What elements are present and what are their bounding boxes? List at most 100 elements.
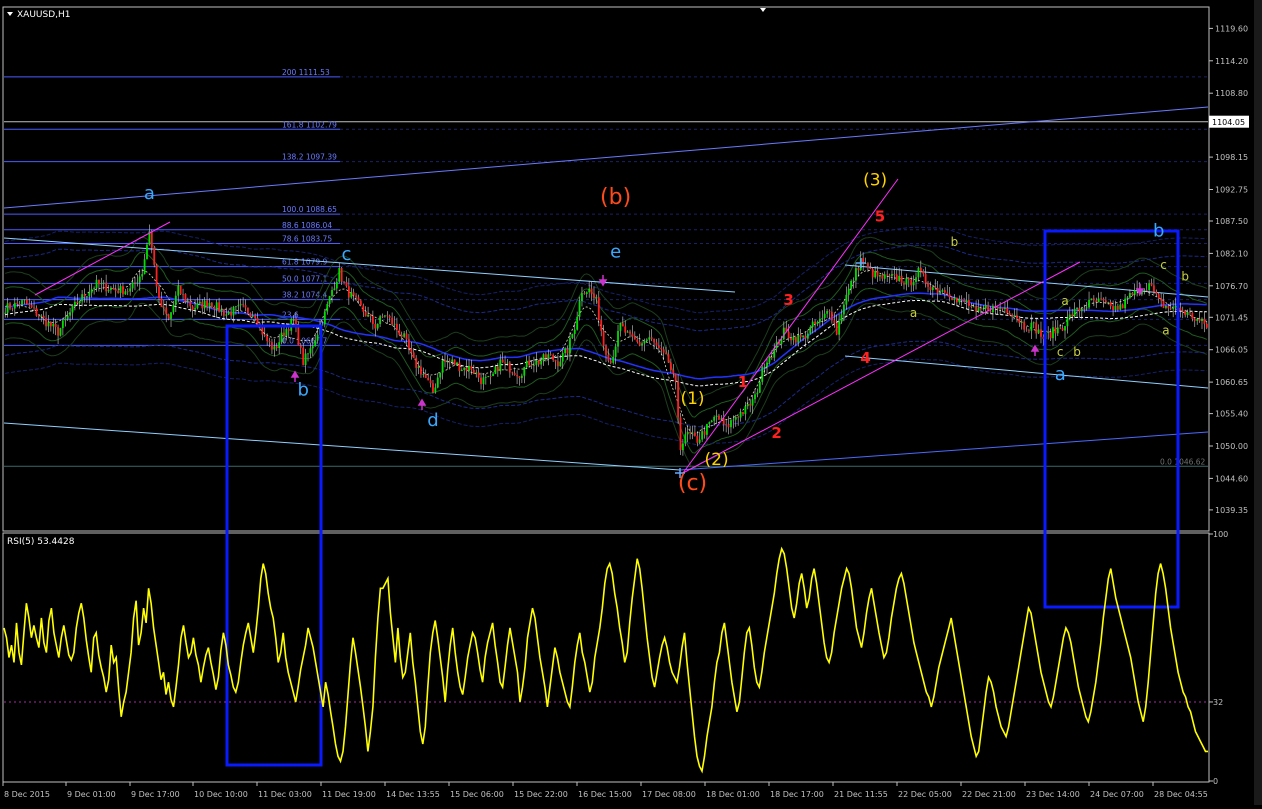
candle-body <box>90 289 93 293</box>
wave-label: 4 <box>860 349 870 367</box>
candle-body <box>465 367 468 371</box>
candle-body <box>45 318 47 327</box>
candle-body <box>420 366 422 375</box>
candle-body <box>1179 307 1182 311</box>
candle-body <box>371 316 374 324</box>
candle-body <box>682 443 684 451</box>
candle-body <box>715 415 718 417</box>
candle-body <box>677 381 679 418</box>
fib-level-label: 50.0 1077.1 <box>282 274 328 283</box>
candle-body <box>472 370 475 374</box>
candle-body <box>823 313 826 319</box>
fib-level-label: 38.2 1074.4 <box>282 291 328 300</box>
candle-body <box>487 376 490 377</box>
candle-body <box>895 274 898 281</box>
candle-body <box>126 291 129 293</box>
candle-body <box>607 354 610 361</box>
wave-label: 1 <box>738 373 748 391</box>
candle-body <box>602 330 605 346</box>
candle-body <box>643 341 646 344</box>
candle-body <box>578 301 581 317</box>
candle-body <box>134 282 136 284</box>
candle-body <box>749 403 752 406</box>
candle-body <box>1047 332 1050 333</box>
candle-body <box>939 291 941 294</box>
candle-body <box>559 361 562 367</box>
candle-body <box>1013 315 1016 317</box>
candle-body <box>984 305 987 309</box>
candle-body <box>814 321 816 325</box>
candle-body <box>1068 314 1071 318</box>
candle-body <box>71 305 74 313</box>
candle-body <box>960 299 963 300</box>
candle-body <box>915 277 917 283</box>
candle-body <box>1203 318 1206 324</box>
chart-window[interactable]: 200 1111.53 161.8 1102.79 138.2 1097.39 100… <box>0 0 1262 805</box>
candle-body <box>828 311 831 312</box>
candle-body <box>609 360 612 363</box>
candle-body <box>523 366 526 376</box>
candle-body <box>787 331 790 339</box>
candle-body <box>1155 291 1158 295</box>
candle-body <box>557 361 559 367</box>
candle-body <box>398 329 401 335</box>
candle-body <box>1114 305 1117 311</box>
candle-body <box>1169 308 1172 310</box>
candle-body <box>1018 318 1021 323</box>
candle-body <box>1205 323 1208 328</box>
candle-body <box>1107 301 1110 303</box>
rsi-title: RSI(5) 53.4428 <box>7 537 75 547</box>
candle-body <box>845 294 848 305</box>
candle-body <box>590 288 593 294</box>
candle-body <box>833 320 836 323</box>
candle-body <box>732 419 735 421</box>
candle-body <box>943 290 946 293</box>
rsi-y-tick-label: 32 <box>1213 698 1223 707</box>
fib-level-label: 78.6 1083.75 <box>282 235 332 244</box>
candle-body <box>436 377 439 388</box>
candle-body <box>650 337 653 339</box>
candle-body <box>138 276 141 283</box>
x-tick-label: 14 Dec 13:55 <box>386 790 440 799</box>
candle-body <box>492 373 494 377</box>
candle-body <box>855 268 857 281</box>
candle-body <box>374 323 377 329</box>
candle-body <box>876 270 879 277</box>
candle-body <box>636 339 639 342</box>
candle-body <box>285 329 288 336</box>
candle-body <box>797 335 800 343</box>
y-tick-label: 1092.75 <box>1215 186 1248 195</box>
candle-body <box>102 282 105 284</box>
candle-body <box>237 305 240 307</box>
y-tick-label: 1108.80 <box>1215 89 1248 98</box>
candle-body <box>141 274 144 277</box>
candle-body <box>600 320 603 331</box>
candle-body <box>766 362 768 367</box>
candle-body <box>763 366 766 368</box>
candle-body <box>28 303 31 305</box>
candle-body <box>967 300 970 307</box>
candle-body <box>172 304 175 313</box>
x-tick-label: 15 Dec 22:00 <box>514 790 568 799</box>
candle-body <box>970 306 973 307</box>
candle-body <box>629 331 631 334</box>
candle-body <box>1150 283 1153 286</box>
candle-body <box>162 306 165 308</box>
candle-body <box>88 292 91 297</box>
candle-body <box>727 424 730 428</box>
candle-body <box>1133 290 1136 295</box>
candle-body <box>751 399 754 406</box>
candle-body <box>883 274 886 279</box>
candle-body <box>1025 329 1028 331</box>
x-tick-label: 28 Dec 04:55 <box>1154 790 1208 799</box>
candle-body <box>376 323 379 329</box>
wave-label: b <box>1073 345 1081 359</box>
candle-body <box>1112 306 1114 311</box>
chart-canvas[interactable]: 200 1111.53161.8 1102.79138.2 1097.39100… <box>0 0 1262 805</box>
candle-body <box>316 334 319 341</box>
candle-body <box>1128 292 1131 298</box>
candle-body <box>33 307 35 309</box>
vertical-scrollbar[interactable] <box>1254 0 1262 805</box>
candle-body <box>179 285 182 294</box>
candle-body <box>730 420 732 428</box>
